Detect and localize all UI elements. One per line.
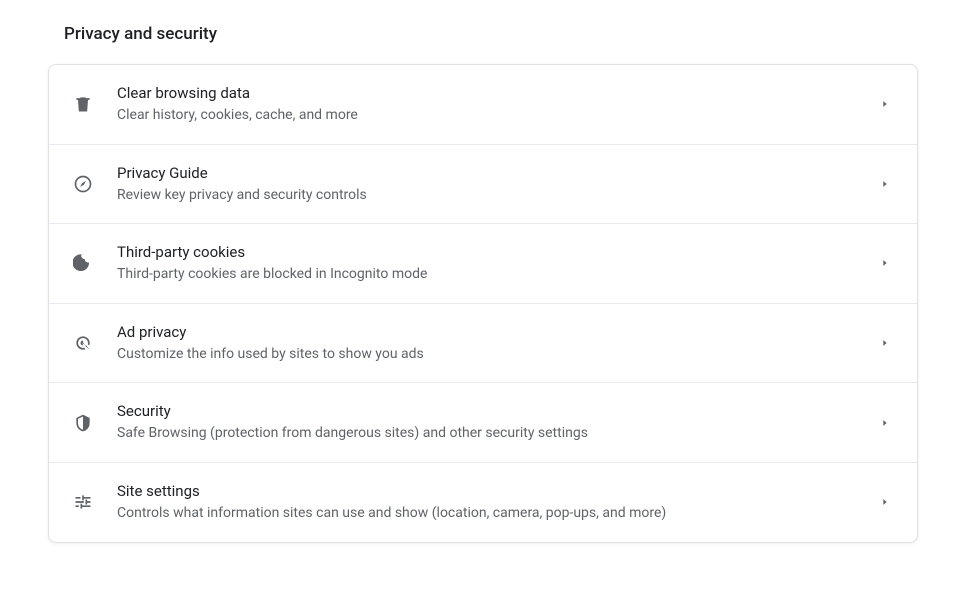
row-security[interactable]: Security Safe Browsing (protection from … [49, 383, 917, 463]
row-subtitle: Customize the info used by sites to show… [117, 345, 861, 365]
row-title: Security [117, 401, 861, 422]
privacy-security-section: Privacy and security Clear browsing data… [48, 24, 918, 543]
row-text: Third-party cookies Third-party cookies … [117, 242, 861, 285]
row-text: Security Safe Browsing (protection from … [117, 401, 861, 444]
row-title: Ad privacy [117, 322, 861, 343]
chevron-right-icon [877, 176, 893, 192]
row-privacy-guide[interactable]: Privacy Guide Review key privacy and sec… [49, 145, 917, 225]
row-text: Site settings Controls what information … [117, 481, 861, 524]
chevron-right-icon [877, 415, 893, 431]
row-title: Third-party cookies [117, 242, 861, 263]
chevron-right-icon [877, 96, 893, 112]
row-text: Ad privacy Customize the info used by si… [117, 322, 861, 365]
cookie-icon [73, 253, 93, 273]
section-title: Privacy and security [64, 24, 918, 44]
row-text: Clear browsing data Clear history, cooki… [117, 83, 861, 126]
shield-icon [73, 413, 93, 433]
row-subtitle: Review key privacy and security controls [117, 186, 861, 206]
row-subtitle: Controls what information sites can use … [117, 504, 861, 524]
row-subtitle: Third-party cookies are blocked in Incog… [117, 265, 861, 285]
trash-icon [73, 94, 93, 114]
compass-icon [73, 174, 93, 194]
row-text: Privacy Guide Review key privacy and sec… [117, 163, 861, 206]
chevron-right-icon [877, 494, 893, 510]
chevron-right-icon [877, 335, 893, 351]
row-site-settings[interactable]: Site settings Controls what information … [49, 463, 917, 542]
chevron-right-icon [877, 255, 893, 271]
row-subtitle: Safe Browsing (protection from dangerous… [117, 424, 861, 444]
row-ad-privacy[interactable]: Ad privacy Customize the info used by si… [49, 304, 917, 384]
row-title: Clear browsing data [117, 83, 861, 104]
sliders-icon [73, 492, 93, 512]
settings-card: Clear browsing data Clear history, cooki… [48, 64, 918, 543]
row-clear-browsing-data[interactable]: Clear browsing data Clear history, cooki… [49, 65, 917, 145]
row-third-party-cookies[interactable]: Third-party cookies Third-party cookies … [49, 224, 917, 304]
target-cursor-icon [73, 333, 93, 353]
row-subtitle: Clear history, cookies, cache, and more [117, 106, 861, 126]
row-title: Privacy Guide [117, 163, 861, 184]
row-title: Site settings [117, 481, 861, 502]
